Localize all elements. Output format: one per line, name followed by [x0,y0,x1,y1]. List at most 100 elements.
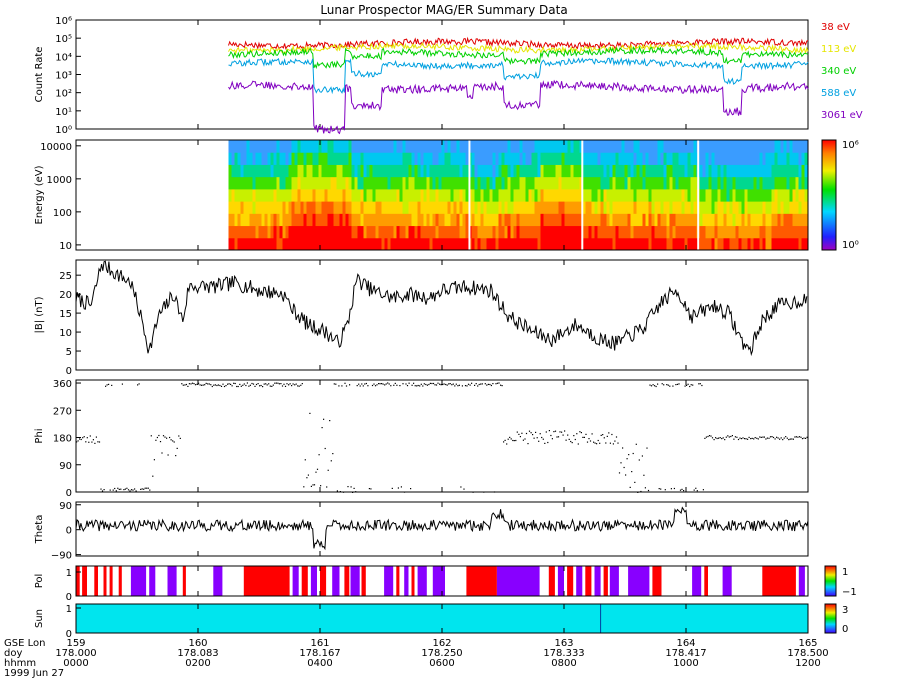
phi-point [431,382,433,385]
spectrogram-cell [441,164,445,178]
spectrogram-cell [609,176,613,190]
phi-point [166,437,168,439]
spectrogram-cell [366,225,370,239]
spectrogram-cell [303,188,307,202]
phi-point [602,434,604,436]
phi-point [303,486,305,488]
spectrogram-cell [306,201,310,214]
spectrogram-cell [753,237,757,251]
spectrogram-cell [648,225,652,239]
spectrogram-cell [510,152,514,165]
phi-point [242,384,244,386]
spectrogram-cell [708,213,712,227]
spectrogram-cell [711,140,715,153]
spectrogram-cell [564,213,568,227]
phi-point [179,437,181,439]
spectrogram-cell [387,176,391,190]
spectrogram-cell [609,140,613,153]
polarity-colorbar [824,565,837,597]
phi-point [461,385,463,387]
spectrogram-cell [258,188,262,202]
spectrogram-cell [660,176,664,190]
phi-point [495,383,497,385]
spectrogram-cell [663,140,667,153]
spectrogram-cell [672,213,676,227]
spectrogram-cell [249,140,253,153]
spectrogram-cell [504,225,508,239]
spectrogram-cell [420,140,424,153]
phi-point [170,439,172,441]
spectrogram-cell [402,176,406,190]
spectrogram-cell [585,201,589,214]
spectrogram-cell [303,164,307,178]
phi-point [719,437,721,439]
spectrogram-cell [786,201,790,214]
spectrogram-cell [315,237,319,251]
phi-point [140,488,142,490]
phi-point [429,382,431,384]
spectrogram-cell [519,164,523,178]
spectrogram-cell [732,176,736,190]
phi-point [777,437,779,439]
phi-point [463,488,465,490]
spectrogram-cell [675,176,679,190]
spectrogram-cell [465,237,469,251]
spectrogram-cell [774,213,778,227]
spectrogram-cell [390,225,394,239]
polarity-segment [182,566,186,596]
spectrogram-cell [246,176,250,190]
spectrogram-cell [426,201,430,214]
spectrogram-cell [651,225,655,239]
spectrogram-cell [423,188,427,202]
spectrogram-cell [624,164,628,178]
phi-point [130,489,133,491]
axis-row-value: 1200 [795,658,820,669]
spectrogram-cell [513,237,517,251]
spectrogram-cell [591,176,595,190]
phi-point [451,384,453,386]
spectrogram-cell [789,188,793,202]
spectrogram-cell [513,176,517,190]
spectrogram-cell [558,201,562,214]
spectrogram-cell [456,225,460,239]
spectrogram-cell [228,164,232,178]
spectrogram-cell [771,164,775,178]
spectrogram-cell [591,225,595,239]
spectrogram-cell [663,201,667,214]
spectrogram-cell [435,140,439,153]
phi-point [309,412,311,414]
spectrogram-cell [387,140,391,153]
spectrogram-cell [372,225,376,239]
spectrogram-cell [330,225,334,239]
polarity-segment [344,566,350,596]
spectrogram-cell [471,164,475,178]
phi-point [234,382,236,385]
spectrogram-cell [342,140,346,153]
spectrogram-cell [261,237,265,251]
spectrogram-cell [471,140,475,153]
phi-point [751,437,753,439]
phi-point [506,443,508,445]
spectrogram-cell [537,237,541,251]
spectrogram-cell [312,225,316,239]
polarity-segment [404,566,409,596]
spectrogram-cell [648,188,652,202]
spectrogram-cell [684,176,688,190]
spectrogram-cell [612,164,616,178]
spectrogram-cell [270,176,274,190]
spectrogram-cell [303,140,307,153]
phi-point [594,442,596,444]
spectrogram-cell [759,201,763,214]
spectrogram-cell [447,152,451,165]
phi-point [647,489,650,492]
spectrogram-cell [711,164,715,178]
spectrogram-cell [537,201,541,214]
spectrogram-cell [576,225,580,239]
spectrogram-cell [561,164,565,178]
spectrogram-cell [240,188,244,202]
spectrogram-cell [441,201,445,214]
phi-point [86,437,88,439]
spectrogram-cell [672,225,676,239]
spectrogram-cell [357,176,361,190]
spectrogram-cell [387,164,391,178]
